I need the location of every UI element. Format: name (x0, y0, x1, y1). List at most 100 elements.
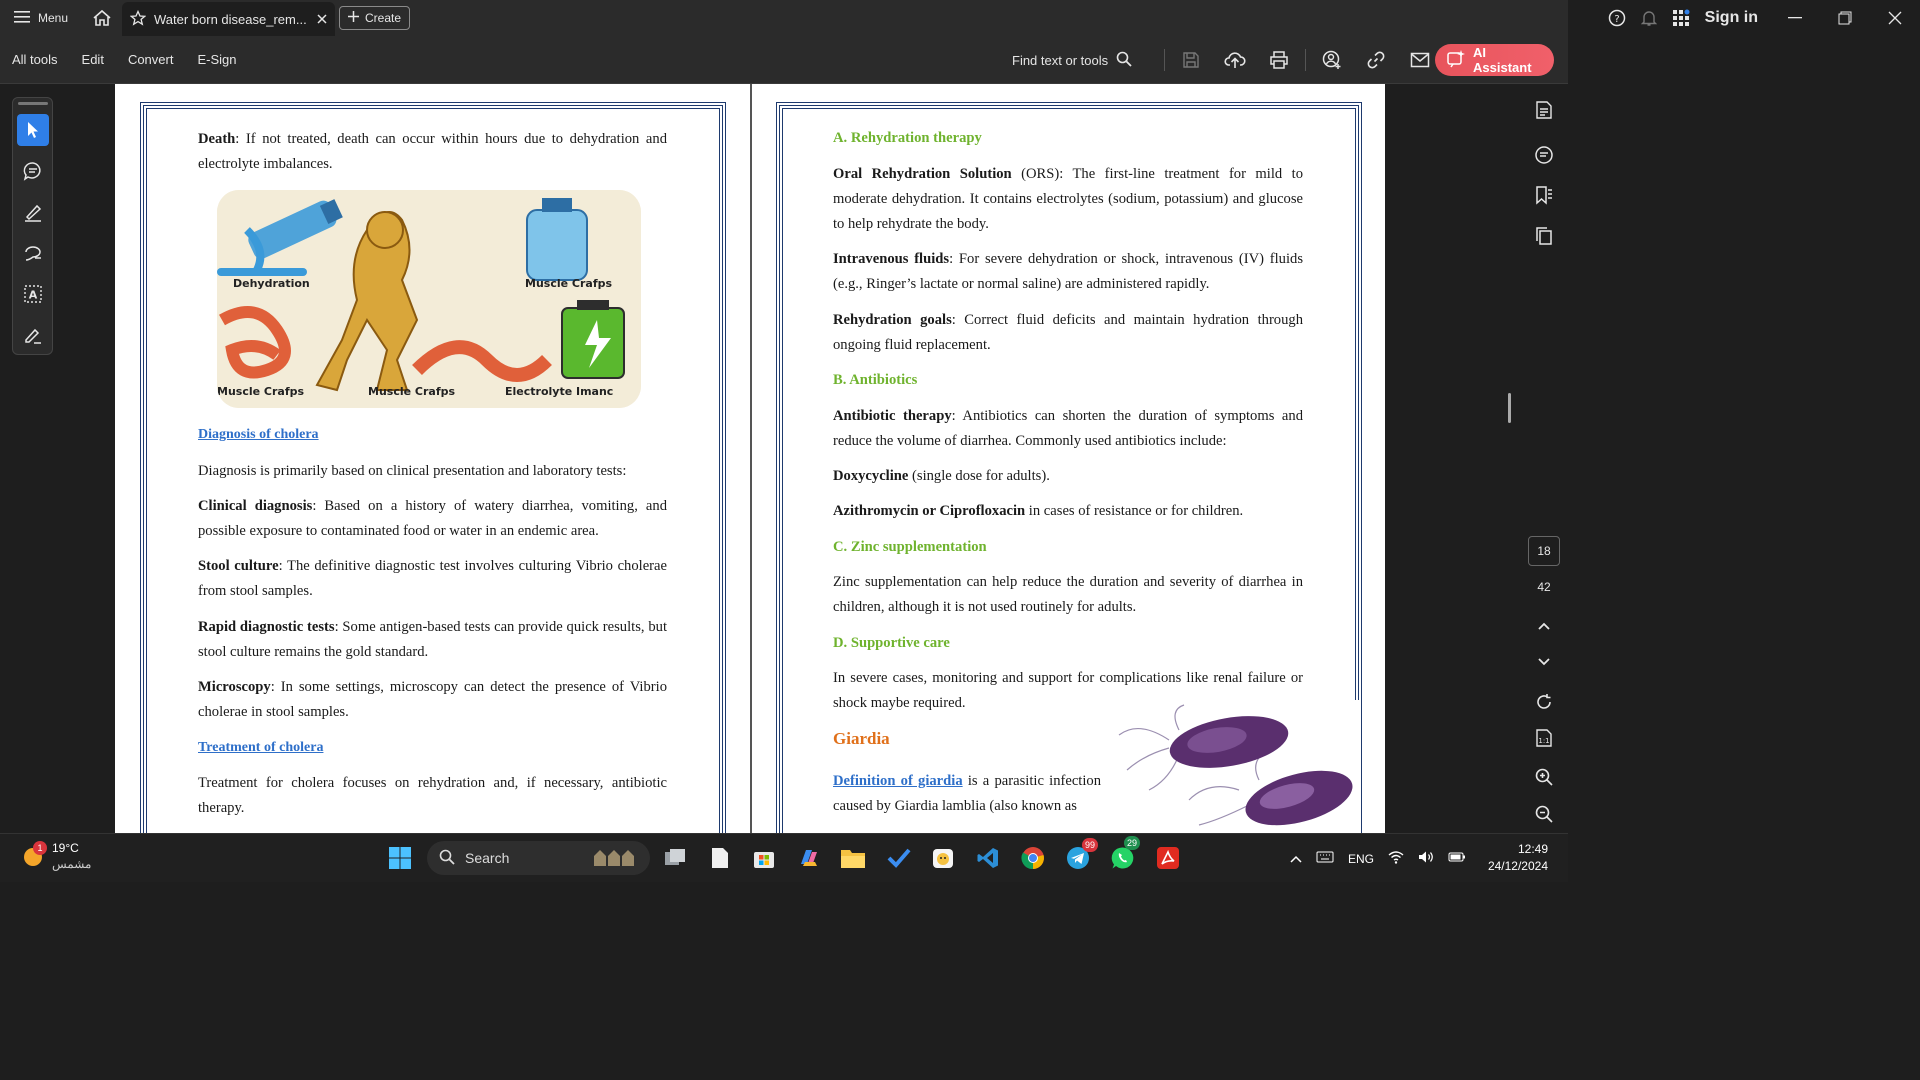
apps-grid-icon[interactable] (1665, 0, 1697, 36)
whatsapp-icon[interactable]: 29 (1107, 836, 1140, 874)
task-view-icon[interactable] (659, 842, 691, 874)
file-icon[interactable] (704, 842, 736, 874)
share-user-icon[interactable] (1310, 36, 1354, 84)
home-icon[interactable] (82, 0, 122, 36)
sign-in-button[interactable]: Sign in (1697, 9, 1770, 27)
create-button[interactable]: Create (339, 6, 411, 30)
page-divider (750, 84, 752, 833)
svg-text:1:1: 1:1 (1538, 737, 1549, 745)
pages-panel-icon[interactable] (1528, 220, 1560, 252)
giardia-image (1109, 700, 1359, 833)
volume-icon[interactable] (1418, 850, 1434, 867)
toolbar-e-sign[interactable]: E-Sign (185, 52, 248, 67)
azi-text: in cases of resistance or for children. (1025, 503, 1244, 519)
chrome-icon[interactable] (1017, 842, 1049, 874)
draw-tool-icon[interactable] (17, 237, 49, 269)
tray-expand-icon[interactable] (1290, 852, 1302, 866)
svg-text:?: ? (1614, 14, 1619, 25)
acrobat-icon[interactable] (1152, 842, 1184, 874)
caption-muscle-left: Muscle Crafps (217, 385, 305, 398)
hamburger-icon (14, 10, 30, 27)
battery-icon[interactable] (1448, 851, 1466, 866)
help-icon[interactable]: ? (1601, 0, 1633, 36)
keyboard-icon[interactable] (1316, 851, 1334, 866)
language-indicator[interactable]: ENG (1348, 852, 1374, 866)
weather-temp: 19°C (52, 841, 79, 855)
select-tool-icon[interactable] (16, 114, 49, 146)
giardia-art (1118, 704, 1353, 826)
goals-paragraph: Rehydration goals: Correct fluid deficit… (833, 308, 1303, 358)
taskbar-search[interactable]: Search (427, 841, 650, 875)
treatment-heading[interactable]: Treatment of cholera (198, 740, 323, 756)
microscopy-paragraph: Microscopy: In some settings, microscopy… (198, 675, 667, 725)
taskbar-search-label: Search (465, 850, 510, 866)
fit-page-icon[interactable]: 1:1 (1528, 722, 1560, 754)
restore-icon[interactable] (1820, 0, 1870, 36)
cloud-upload-icon[interactable] (1213, 36, 1257, 84)
ai-assistant-icon (1447, 49, 1465, 71)
menu-button[interactable]: Menu (0, 0, 82, 36)
close-window-icon[interactable] (1870, 0, 1920, 36)
giardia-heading: Giardia (833, 729, 890, 748)
signature-tool-icon[interactable] (17, 319, 49, 351)
print-icon[interactable] (1257, 36, 1301, 84)
link-icon[interactable] (1354, 36, 1398, 84)
zoom-out-icon[interactable] (1528, 798, 1560, 830)
scroll-down-icon[interactable] (1528, 646, 1560, 678)
toolbar-icon-group (1160, 36, 1442, 84)
bookmarks-panel-icon[interactable] (1528, 179, 1560, 211)
comment-tool-icon[interactable] (17, 155, 49, 187)
clinical-term: Clinical diagnosis (198, 498, 313, 514)
star-icon[interactable] (129, 9, 147, 29)
caption-muscle-top: Muscle Crafps (525, 277, 613, 290)
edit-pdf-panel-icon[interactable] (1528, 94, 1560, 126)
rail-grip[interactable] (17, 102, 48, 105)
diagnosis-heading[interactable]: Diagnosis of cholera (198, 427, 319, 443)
rapid-paragraph: Rapid diagnostic tests: Some antigen-bas… (198, 615, 667, 665)
find-tools-search[interactable]: Find text or tools (1012, 36, 1132, 84)
highlight-tool-icon[interactable] (17, 196, 49, 228)
telegram-icon[interactable]: 99 (1062, 838, 1098, 874)
document-viewer[interactable]: Death: If not treated, death can occur w… (115, 84, 1385, 833)
todo-icon[interactable] (883, 842, 915, 874)
right-panel-rail: 1:1 (1520, 84, 1568, 833)
iv-paragraph: Intravenous fluids: For severe dehydrati… (833, 247, 1303, 297)
start-icon[interactable] (384, 842, 416, 874)
character-app-icon[interactable] (927, 842, 959, 874)
illustration-art (217, 190, 641, 408)
giardia-definition-link[interactable]: Definition of giardia (833, 773, 963, 789)
zinc-paragraph: Zinc supplementation can help reduce the… (833, 574, 1303, 615)
wifi-icon[interactable] (1388, 850, 1404, 867)
minimize-icon[interactable] (1770, 0, 1820, 36)
microsoft-store-icon[interactable] (748, 842, 780, 874)
comments-panel-icon[interactable] (1528, 139, 1560, 171)
document-tab[interactable]: Water born disease_rem... (122, 2, 335, 36)
find-label: Find text or tools (1012, 52, 1109, 68)
notifications-icon[interactable] (1633, 0, 1665, 36)
zoom-in-icon[interactable] (1528, 761, 1560, 793)
toolbar-convert[interactable]: Convert (116, 52, 186, 67)
scroll-up-icon[interactable] (1528, 610, 1560, 642)
rotate-icon[interactable] (1528, 686, 1560, 718)
file-explorer-icon[interactable] (837, 842, 869, 874)
scrollbar-thumb[interactable] (1508, 393, 1511, 423)
toolbar-edit[interactable]: Edit (70, 52, 116, 67)
close-tab-icon[interactable] (317, 12, 327, 27)
azithromycin-paragraph: Azithromycin or Ciprofloxacin in cases o… (833, 499, 1303, 524)
taskbar-search-icon (439, 849, 455, 868)
copilot-icon[interactable] (793, 842, 825, 874)
doxycycline-paragraph: Doxycycline (single dose for adults). (833, 464, 1303, 489)
weather-widget[interactable]: 1 19°C مشمس (22, 840, 91, 872)
plus-icon (348, 11, 359, 25)
toolbar-all-tools[interactable]: All tools (0, 52, 70, 67)
ai-assistant-button[interactable]: AI Assistant (1435, 44, 1554, 76)
tab-title: Water born disease_rem... (154, 11, 307, 27)
text-box-tool-icon[interactable]: A (17, 278, 49, 310)
current-page-field[interactable]: 18 (1528, 536, 1560, 566)
vscode-icon[interactable] (972, 842, 1004, 874)
sun-icon: 1 (22, 841, 47, 867)
taskbar-clock[interactable]: 12:49 24/12/2024 (1480, 841, 1548, 875)
clock-time: 12:49 (1517, 842, 1548, 856)
save-icon[interactable] (1169, 36, 1213, 84)
antibiotic-paragraph: Antibiotic therapy: Antibiotics can shor… (833, 404, 1303, 454)
